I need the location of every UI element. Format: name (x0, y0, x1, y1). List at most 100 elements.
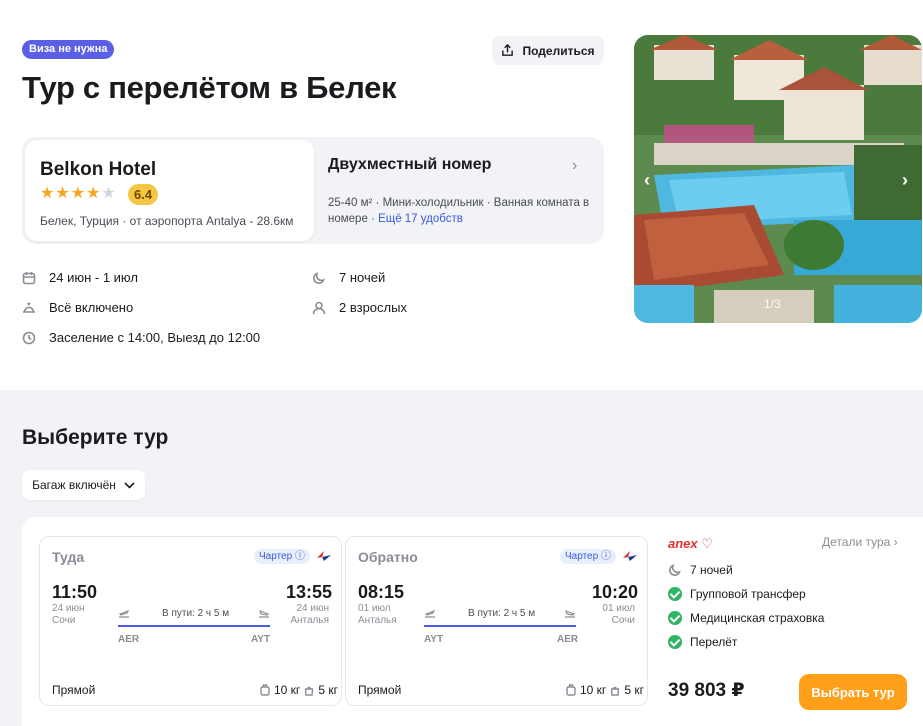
star-icon: ★ (55, 185, 70, 202)
operator-name: anex (668, 536, 698, 551)
takeoff-icon (424, 609, 436, 618)
arrival-date: 01 июл (602, 603, 635, 614)
photo-counter: 1/3 (764, 297, 781, 311)
flight-return[interactable]: Обратно Чартер ⓘ 08:15 01 июл Анталья В … (345, 536, 648, 706)
inclusion-label: Перелёт (690, 635, 738, 649)
check-icon (668, 587, 682, 601)
moon-icon (313, 271, 325, 284)
hotel-card: Belkon Hotel ★ ★ ★ ★ ★ 6.4 Белек, Турция… (22, 137, 604, 244)
visa-badge: Виза не нужна (22, 40, 115, 59)
departure-time: 11:50 (52, 582, 98, 602)
charter-label: Чартер (259, 551, 293, 562)
tour-details-link[interactable]: Детали тура › (822, 535, 898, 549)
inclusion-item: Перелёт (668, 635, 737, 649)
chevron-down-icon (124, 481, 135, 489)
landing-icon (565, 609, 576, 618)
hotel-location: Белек, Турция · от аэропорта Antalya - 2… (40, 214, 294, 228)
fact-nights: 7 ночей (312, 270, 385, 285)
handbag-icon (611, 686, 620, 696)
clock-icon (22, 331, 36, 344)
share-icon (502, 44, 514, 56)
arrival-city: Сочи (611, 615, 635, 626)
arrival-time: 13:55 (286, 582, 333, 602)
offer-panel: anex ♡ Детали тура › 7 ночей Групповой т… (668, 517, 923, 726)
photo-next-button[interactable]: › (902, 170, 908, 191)
tour-header-section: Виза не нужна Поделиться Тур с перелётом… (0, 0, 923, 390)
arrival-iata: AER (557, 634, 579, 645)
hotel-name: Belkon Hotel (40, 159, 157, 180)
star-icon: ★ (40, 185, 55, 202)
flight-direction-label: Обратно (358, 549, 418, 565)
tour-facts: 24 июн - 1 июл 7 ночей Всё включено 2 вз… (22, 266, 604, 356)
operator-logo: anex ♡ (668, 536, 713, 552)
route-line (424, 625, 576, 627)
departure-date: 01 июл (358, 603, 391, 614)
flight-duration: В пути: 2 ч 5 м (162, 608, 230, 619)
page-title: Тур с перелётом в Белек (22, 70, 397, 105)
baggage-weight: 10 кг (580, 683, 607, 697)
departure-iata: AER (118, 634, 140, 645)
flight-type: Прямой (358, 683, 402, 697)
arrival-time: 10:20 (592, 582, 639, 602)
check-icon (668, 635, 682, 649)
route-line (118, 625, 270, 627)
star-empty-icon: ★ (101, 185, 116, 202)
baggage-weight: 10 кг (274, 683, 301, 697)
fact-dates-text: 24 июн - 1 июл (49, 270, 138, 285)
arrival-city: Анталья (290, 615, 329, 626)
hotel-stars: ★ ★ ★ ★ ★ (40, 185, 116, 203)
tour-details-label: Детали тура (822, 535, 891, 549)
flight-duration: В пути: 2 ч 5 м (468, 608, 536, 619)
inclusion-item: Групповой трансфер (668, 587, 806, 601)
departure-city: Анталья (358, 615, 397, 626)
arrival-date: 24 июн (296, 603, 329, 614)
user-icon (312, 301, 326, 314)
chevron-right-icon[interactable]: › (572, 157, 577, 175)
tour-price: 39 803 ₽ (668, 680, 745, 701)
charter-badge: Чартер ⓘ (560, 549, 616, 564)
moon-icon (669, 564, 681, 576)
share-button[interactable]: Поделиться (492, 36, 604, 65)
chevron-right-icon: › (893, 535, 898, 549)
takeoff-icon (118, 609, 130, 618)
baggage-filter-dropdown[interactable]: Багаж включён (22, 470, 145, 500)
departure-time: 08:15 (358, 582, 405, 602)
hand-luggage-weight: 5 кг (624, 683, 644, 697)
fact-meal: Всё включено (22, 300, 133, 315)
hotel-info[interactable]: Belkon Hotel ★ ★ ★ ★ ★ 6.4 Белек, Турция… (25, 140, 314, 241)
fact-dates: 24 июн - 1 июл (22, 270, 138, 285)
inclusion-item: Медицинская страховка (668, 611, 824, 625)
share-label: Поделиться (522, 43, 595, 58)
flight-direction-label: Туда (52, 549, 85, 565)
fact-guests: 2 взрослых (312, 300, 407, 315)
baggage-info: 10 кг 5 кг (260, 683, 338, 697)
landing-icon (259, 609, 270, 618)
cloche-icon (23, 302, 35, 313)
inclusion-label: Медицинская страховка (690, 611, 825, 625)
heart-icon[interactable]: ♡ (701, 536, 713, 551)
fact-guests-text: 2 взрослых (339, 300, 407, 315)
flight-type: Прямой (52, 683, 96, 697)
arrival-iata: AYT (251, 634, 271, 645)
room-title[interactable]: Двухместный номер (328, 156, 491, 174)
fact-checkin-text: Заселение с 14:00, Выезд до 12:00 (49, 330, 261, 345)
baggage-info: 10 кг 5 кг (566, 683, 644, 697)
fact-meal-text: Всё включено (49, 300, 134, 315)
hand-luggage-weight: 5 кг (318, 683, 338, 697)
photo-prev-button[interactable]: ‹ (644, 170, 650, 191)
fact-nights-text: 7 ночей (339, 270, 386, 285)
departure-city: Сочи (52, 615, 76, 626)
choose-tour-button[interactable]: Выбрать тур (799, 674, 907, 710)
departure-iata: AYT (424, 634, 444, 645)
flight-outbound[interactable]: Туда Чартер ⓘ 11:50 24 июн Сочи В пути: … (39, 536, 342, 706)
hotel-photo-carousel[interactable]: ‹ › 1/3 (634, 35, 922, 323)
tour-offer-card: Туда Чартер ⓘ 11:50 24 июн Сочи В пути: … (22, 517, 923, 726)
offer-nights-text: 7 ночей (690, 563, 733, 577)
charter-badge: Чартер ⓘ (254, 549, 310, 564)
more-amenities-link[interactable]: Ещё 17 удобств (378, 213, 463, 225)
suitcase-icon (566, 684, 576, 696)
airline-logo-icon (317, 551, 331, 561)
filter-label: Багаж включён (32, 478, 116, 492)
rating-badge: 6.4 (128, 184, 159, 205)
room-description: 25-40 м² · Мини-холодильник · Ванная ком… (328, 195, 593, 227)
